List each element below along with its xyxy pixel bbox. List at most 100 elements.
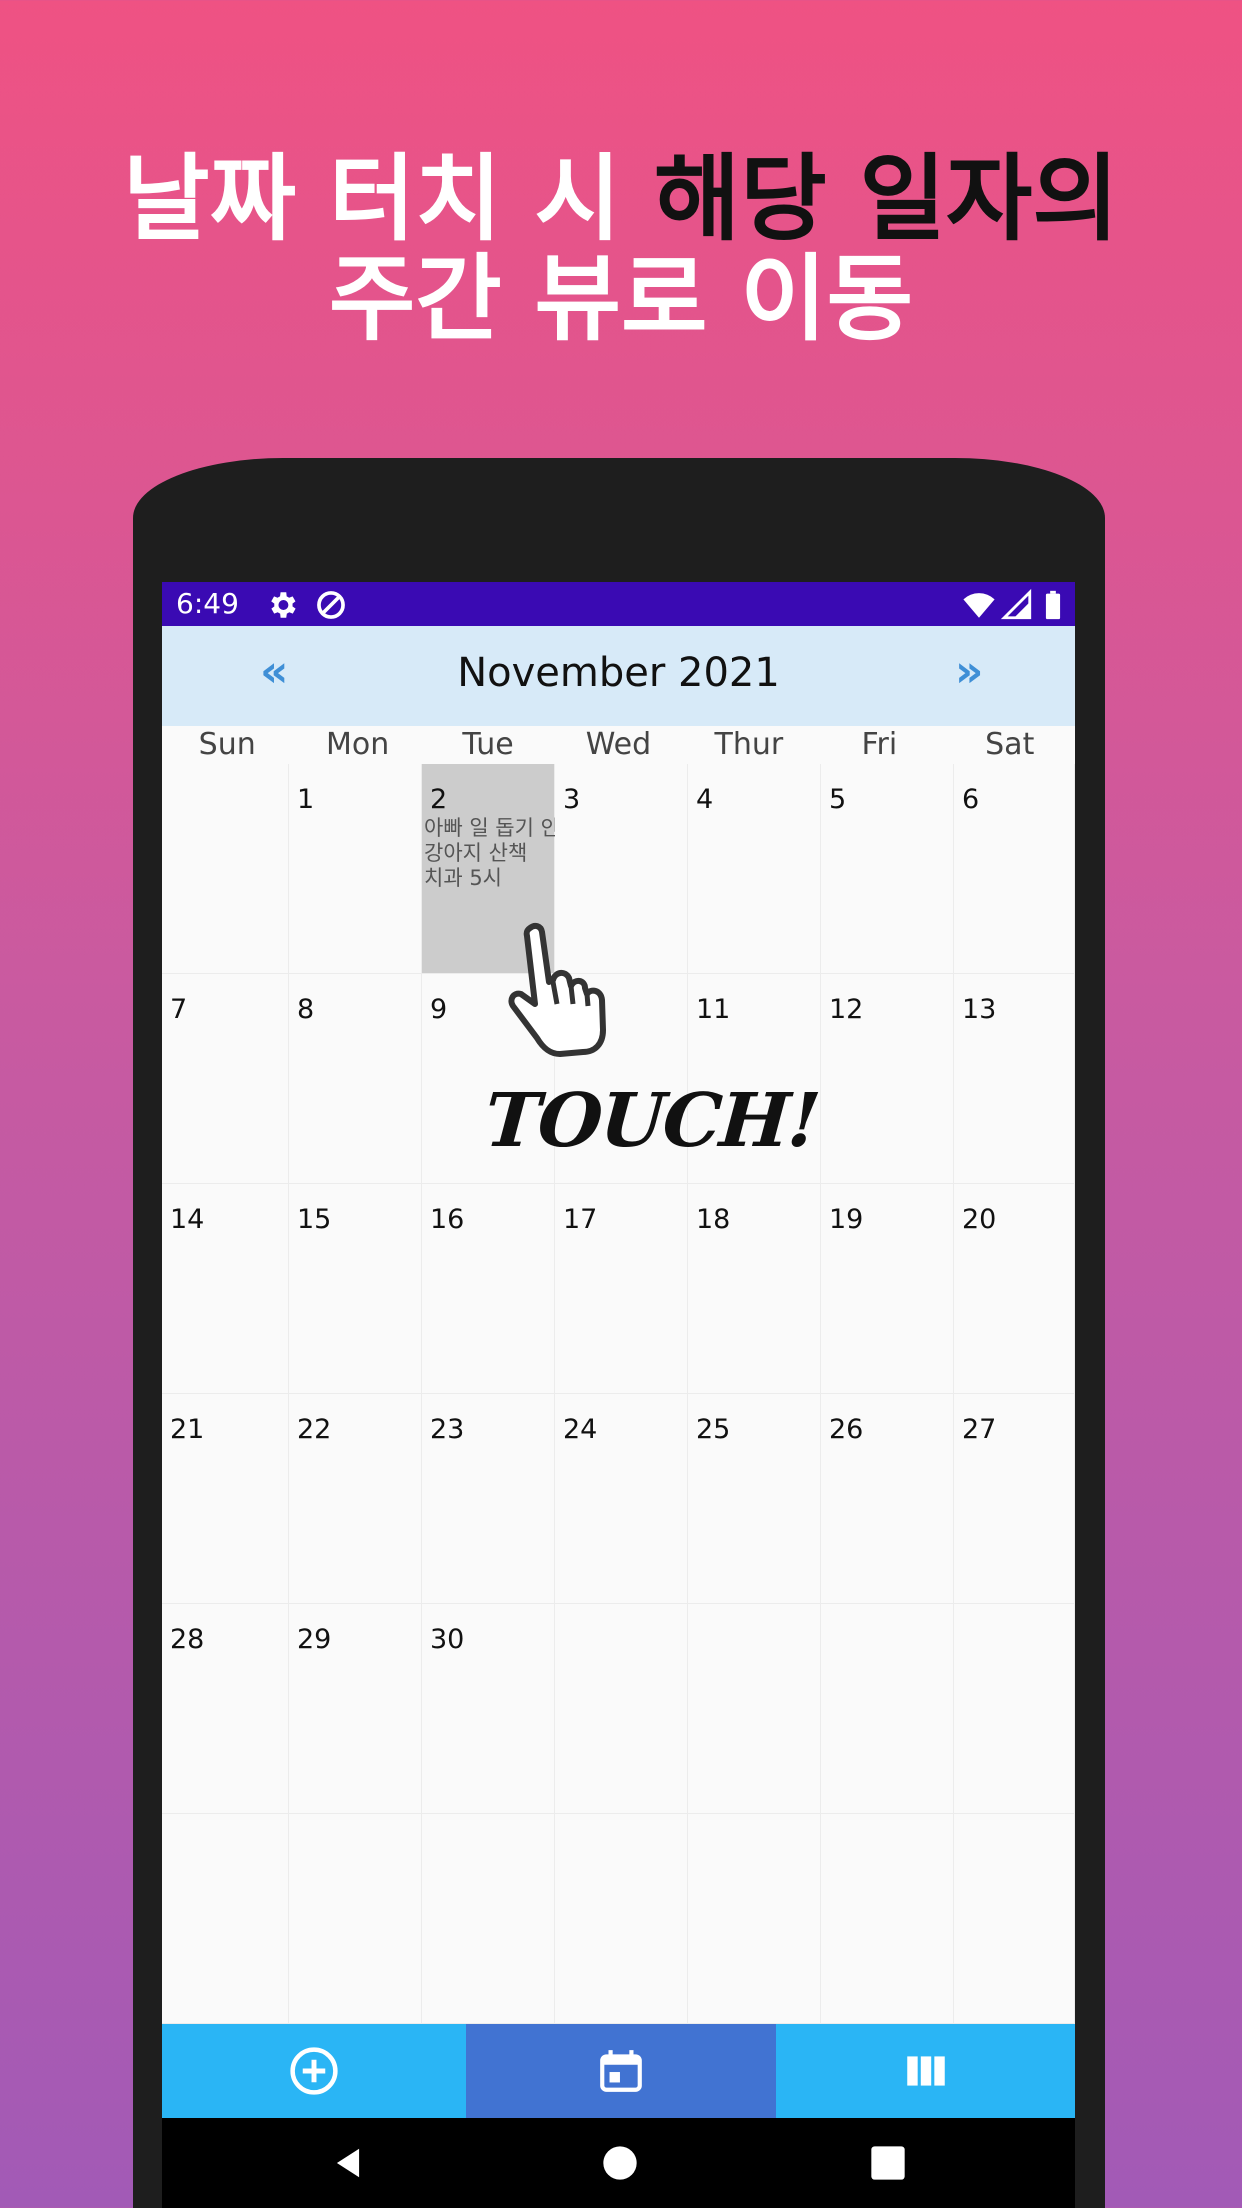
calendar-header: « November 2021 »: [162, 626, 1075, 726]
week-view-button[interactable]: [776, 2024, 1075, 2118]
headline-line1-white: 날짜 터치 시: [123, 145, 654, 254]
calendar-day-cell[interactable]: [555, 1604, 688, 1814]
day-number: 19: [829, 1204, 864, 1235]
calendar-day-cell[interactable]: [162, 764, 289, 974]
day-number: 7: [170, 994, 188, 1025]
calendar-day-cell[interactable]: 16: [422, 1184, 555, 1394]
recents-icon[interactable]: [868, 2143, 908, 2183]
calendar-day-cell[interactable]: [289, 1814, 422, 2024]
weekday-sun: Sun: [198, 727, 256, 762]
calendar-day-cell[interactable]: [555, 1814, 688, 2024]
calendar-day-cell[interactable]: 28: [162, 1604, 289, 1814]
day-number: 1: [297, 784, 315, 815]
hand-pointer-icon: [508, 922, 606, 1057]
day-number: 17: [563, 1204, 598, 1235]
calendar-day-cell[interactable]: [688, 1604, 821, 1814]
day-number: 4: [696, 784, 714, 815]
calendar-day-cell[interactable]: 20: [954, 1184, 1075, 1394]
weekday-thu: Thur: [714, 727, 784, 762]
headline-line1: 날짜 터치 시 해당 일자의: [0, 150, 1242, 250]
weekday-header: Sun Mon Tue Wed Thur Fri Sat: [162, 726, 1075, 764]
weekday-mon: Mon: [326, 727, 390, 762]
signal-icon: [1000, 588, 1032, 620]
headline: 날짜 터치 시 해당 일자의 주간 뷰로 이동: [0, 150, 1242, 350]
system-nav-bar: [162, 2118, 1075, 2208]
day-number: 30: [430, 1624, 465, 1655]
day-number: 11: [696, 994, 731, 1025]
calendar-day-cell[interactable]: 19: [821, 1184, 954, 1394]
calendar-icon: [600, 2050, 642, 2092]
gear-icon: [271, 592, 296, 618]
calendar-day-cell[interactable]: 25: [688, 1394, 821, 1604]
app-screen: 6:49 « November 2021 » Sun Mon Tue Wed T…: [162, 582, 1075, 2208]
weekday-sat: Sat: [985, 727, 1035, 762]
calendar-day-cell[interactable]: 18: [688, 1184, 821, 1394]
calendar-day-cell[interactable]: 14: [162, 1184, 289, 1394]
day-number: 28: [170, 1624, 205, 1655]
wifi-icon: [963, 593, 995, 618]
add-circle-icon: [290, 2047, 338, 2095]
home-icon[interactable]: [600, 2143, 640, 2183]
calendar-day-cell[interactable]: 22: [289, 1394, 422, 1604]
calendar-day-cell[interactable]: [954, 1604, 1075, 1814]
day-number: 20: [962, 1204, 997, 1235]
calendar-day-cell[interactable]: 26: [821, 1394, 954, 1604]
status-bar: 6:49: [162, 582, 1075, 626]
day-number: 5: [829, 784, 847, 815]
day-number: 8: [297, 994, 315, 1025]
day-number: 12: [829, 994, 864, 1025]
calendar-day-cell[interactable]: 17: [555, 1184, 688, 1394]
day-number: 27: [962, 1414, 997, 1445]
add-event-button[interactable]: [162, 2024, 466, 2118]
calendar-day-cell[interactable]: 21: [162, 1394, 289, 1604]
calendar-day-cell[interactable]: 29: [289, 1604, 422, 1814]
calendar-day-cell[interactable]: [162, 1814, 289, 2024]
next-month-button[interactable]: »: [955, 646, 983, 697]
calendar-day-cell[interactable]: 13: [954, 974, 1075, 1184]
day-number: 21: [170, 1414, 205, 1445]
day-number: 25: [696, 1414, 731, 1445]
touch-label: TOUCH!: [481, 1078, 822, 1164]
calendar-day-cell[interactable]: [954, 1814, 1075, 2024]
day-number: 24: [563, 1414, 598, 1445]
calendar-day-cell[interactable]: 1: [289, 764, 422, 974]
back-icon[interactable]: [329, 2143, 367, 2183]
headline-line1-dark: 해당 일자의: [653, 145, 1119, 254]
bottom-nav: [162, 2024, 1075, 2118]
calendar-day-cell[interactable]: 15: [289, 1184, 422, 1394]
calendar-day-cell[interactable]: 12: [821, 974, 954, 1184]
day-number: 2: [430, 784, 448, 815]
day-number: 6: [962, 784, 980, 815]
weekday-fri: Fri: [861, 727, 898, 762]
day-number: 13: [962, 994, 997, 1025]
calendar-day-cell[interactable]: 6: [954, 764, 1075, 974]
calendar-day-cell[interactable]: [422, 1814, 555, 2024]
day-number: 16: [430, 1204, 465, 1235]
calendar-day-cell[interactable]: 4: [688, 764, 821, 974]
status-time: 6:49: [176, 587, 239, 620]
weekday-wed: Wed: [585, 727, 652, 762]
headline-line2: 주간 뷰로 이동: [328, 245, 914, 354]
day-number: 22: [297, 1414, 332, 1445]
calendar-day-cell[interactable]: 5: [821, 764, 954, 974]
data-saver-icon: [317, 591, 345, 619]
day-number: 29: [297, 1624, 332, 1655]
calendar-day-cell[interactable]: 23: [422, 1394, 555, 1604]
calendar-day-cell[interactable]: 27: [954, 1394, 1075, 1604]
day-number: 14: [170, 1204, 205, 1235]
month-view-button[interactable]: [466, 2024, 776, 2118]
day-number: 15: [297, 1204, 332, 1235]
calendar-day-cell[interactable]: 24: [555, 1394, 688, 1604]
battery-icon: [1045, 590, 1061, 620]
weekday-tue: Tue: [462, 727, 514, 762]
day-number: 3: [563, 784, 581, 815]
calendar-day-cell[interactable]: 30: [422, 1604, 555, 1814]
calendar-day-cell[interactable]: [688, 1814, 821, 2024]
calendar-day-cell[interactable]: [821, 1814, 954, 2024]
calendar-day-cell[interactable]: 8: [289, 974, 422, 1184]
calendar-day-cell[interactable]: 7: [162, 974, 289, 1184]
day-number: 23: [430, 1414, 465, 1445]
week-columns-icon: [906, 2056, 945, 2086]
calendar-day-cell[interactable]: [821, 1604, 954, 1814]
month-title: November 2021: [457, 650, 780, 696]
